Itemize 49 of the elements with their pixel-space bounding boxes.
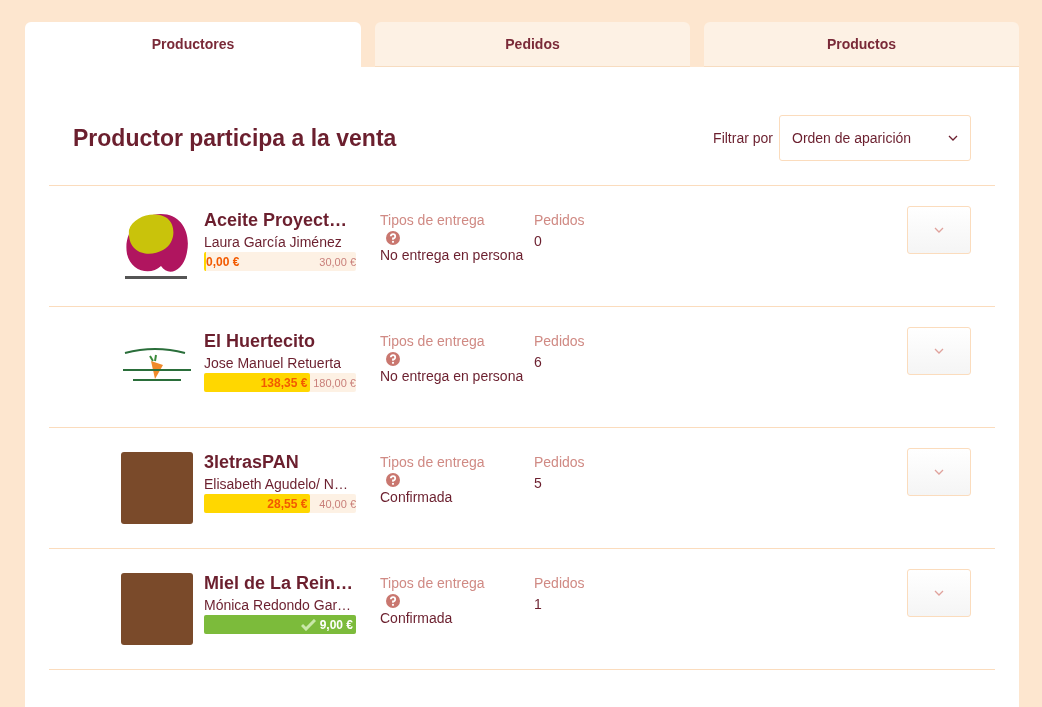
- delivery-label: Tipos de entrega: [380, 332, 486, 351]
- total-text: 30,00 €: [318, 255, 356, 268]
- orders-label: Pedidos: [534, 332, 585, 351]
- chevron-down-icon: [934, 348, 944, 354]
- photo-placeholder: [121, 452, 193, 524]
- contact-name: Laura García Jiménez: [204, 234, 343, 250]
- tab[interactable]: Productos: [704, 22, 1019, 67]
- delivery-type: No entrega en persona: [380, 246, 525, 265]
- orders-label: Pedidos: [534, 574, 585, 593]
- sort-dropdown[interactable]: Orden de aparición: [779, 115, 971, 161]
- help-icon[interactable]: [386, 594, 400, 608]
- orders-count: 0: [534, 232, 543, 251]
- amount-text: 9,00 €: [319, 617, 353, 632]
- page-heading: Productor participa a la venta: [73, 124, 397, 152]
- orders-label: Pedidos: [534, 453, 585, 472]
- amount-text: 28,55 €: [267, 496, 308, 511]
- contact-name: Jose Manuel Retuerta: [204, 355, 342, 371]
- delivery-label: Tipos de entrega: [380, 453, 486, 472]
- delivery-label: Tipos de entrega: [380, 574, 486, 593]
- check-icon: [300, 618, 316, 631]
- help-icon[interactable]: [386, 473, 400, 487]
- help-icon[interactable]: [386, 231, 400, 245]
- tab[interactable]: Pedidos: [375, 22, 690, 67]
- total-text: 180,00 €: [312, 376, 356, 389]
- producer-name: El Huertecito: [204, 331, 317, 352]
- orders-count: 5: [534, 474, 543, 493]
- delivery-type: Confirmada: [380, 488, 454, 507]
- amount-text: 138,35 €: [260, 375, 308, 390]
- photo-placeholder: [121, 573, 193, 645]
- total-text: 40,00 €: [318, 497, 356, 510]
- contact-name: Elisabeth Agudelo/ N…: [204, 476, 349, 492]
- filter-label: Filtrar por: [713, 130, 773, 146]
- delivery-type: No entrega en persona: [380, 367, 525, 386]
- orders-label: Pedidos: [534, 211, 585, 230]
- amount-text: 0,00 €: [206, 254, 241, 269]
- chevron-down-icon: [934, 590, 944, 596]
- producer-name: Aceite Proyect…: [204, 210, 349, 231]
- chevron-down-icon: [948, 135, 958, 141]
- tab[interactable]: Productores: [25, 22, 361, 67]
- chevron-down-icon: [934, 227, 944, 233]
- help-icon[interactable]: [386, 352, 400, 366]
- delivery-label: Tipos de entrega: [380, 211, 486, 230]
- producer-name: 3letrasPAN: [204, 452, 300, 473]
- orders-count: 6: [534, 353, 543, 372]
- producer-name: Miel de La Rein…: [204, 573, 355, 594]
- contact-name: Mónica Redondo Gar…: [204, 597, 353, 613]
- orders-count: 1: [534, 595, 543, 614]
- delivery-type: Confirmada: [380, 609, 454, 628]
- chevron-down-icon: [934, 469, 944, 475]
